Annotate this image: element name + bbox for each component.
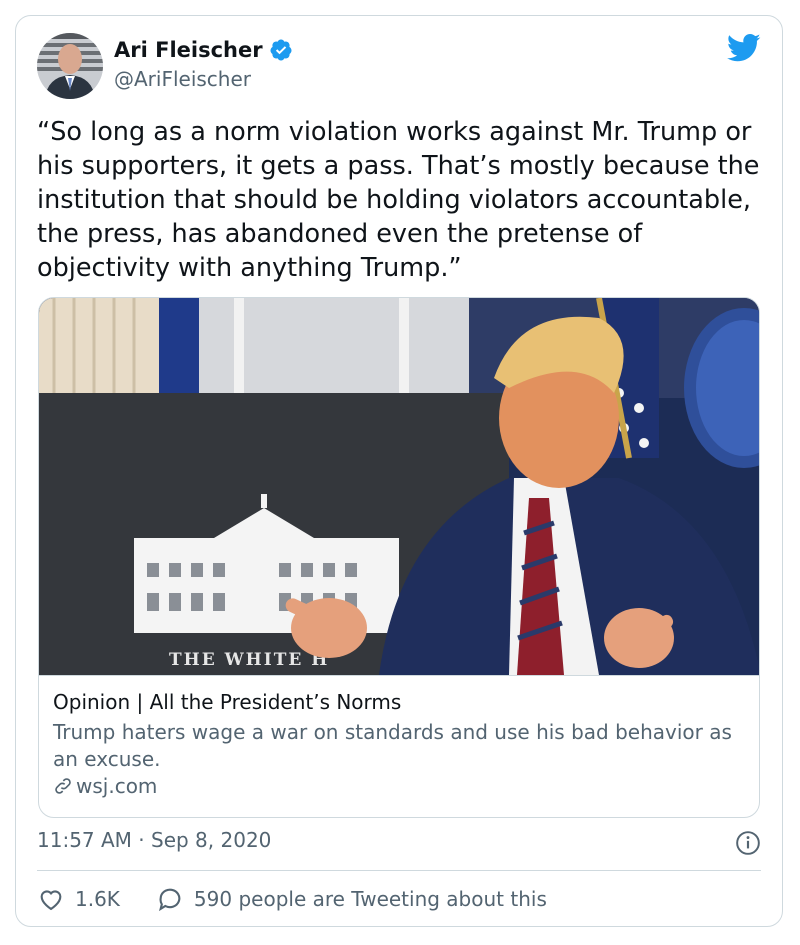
speech-bubble-icon [158, 888, 181, 912]
tweet-actions: 1.6K 590 people are Tweeting about this [37, 885, 547, 913]
photo-sign-text: THE WHITE H [169, 650, 329, 670]
link-card-description: Trump haters wage a war on standards and… [53, 720, 732, 771]
link-card-title: Opinion | All the President’s Norms [53, 690, 402, 714]
avatar[interactable] [37, 33, 103, 99]
conversation-text: 590 people are Tweeting about this [193, 887, 547, 911]
avatar-photo [37, 33, 103, 99]
divider [37, 870, 761, 871]
tweet-timestamp[interactable]: 11:57 AM · Sep 8, 2020 [37, 828, 271, 852]
link-icon [55, 778, 71, 794]
link-preview-card[interactable]: THE WHITE H Opinion | All the President’… [38, 297, 760, 818]
heart-icon [40, 890, 62, 911]
info-icon[interactable] [735, 830, 761, 856]
conversation-action[interactable]: 590 people are Tweeting about this [156, 885, 547, 913]
link-card-meta: Opinion | All the President’s Norms Trum… [39, 675, 759, 798]
author-handle[interactable]: @AriFleischer [114, 67, 251, 91]
link-card-domain[interactable]: wsj.com [53, 774, 157, 798]
link-card-domain-text: wsj.com [76, 774, 158, 798]
like-action[interactable]: 1.6K [37, 885, 120, 913]
verified-badge-icon [270, 39, 292, 61]
author-name[interactable]: Ari Fleischer [114, 38, 263, 62]
article-photo: THE WHITE H [39, 298, 759, 675]
author-name-row[interactable]: Ari Fleischer [114, 38, 293, 62]
twitter-bird-icon[interactable] [727, 33, 761, 63]
like-count: 1.6K [75, 887, 120, 911]
tweet-text: “So long as a norm violation works again… [37, 117, 760, 283]
